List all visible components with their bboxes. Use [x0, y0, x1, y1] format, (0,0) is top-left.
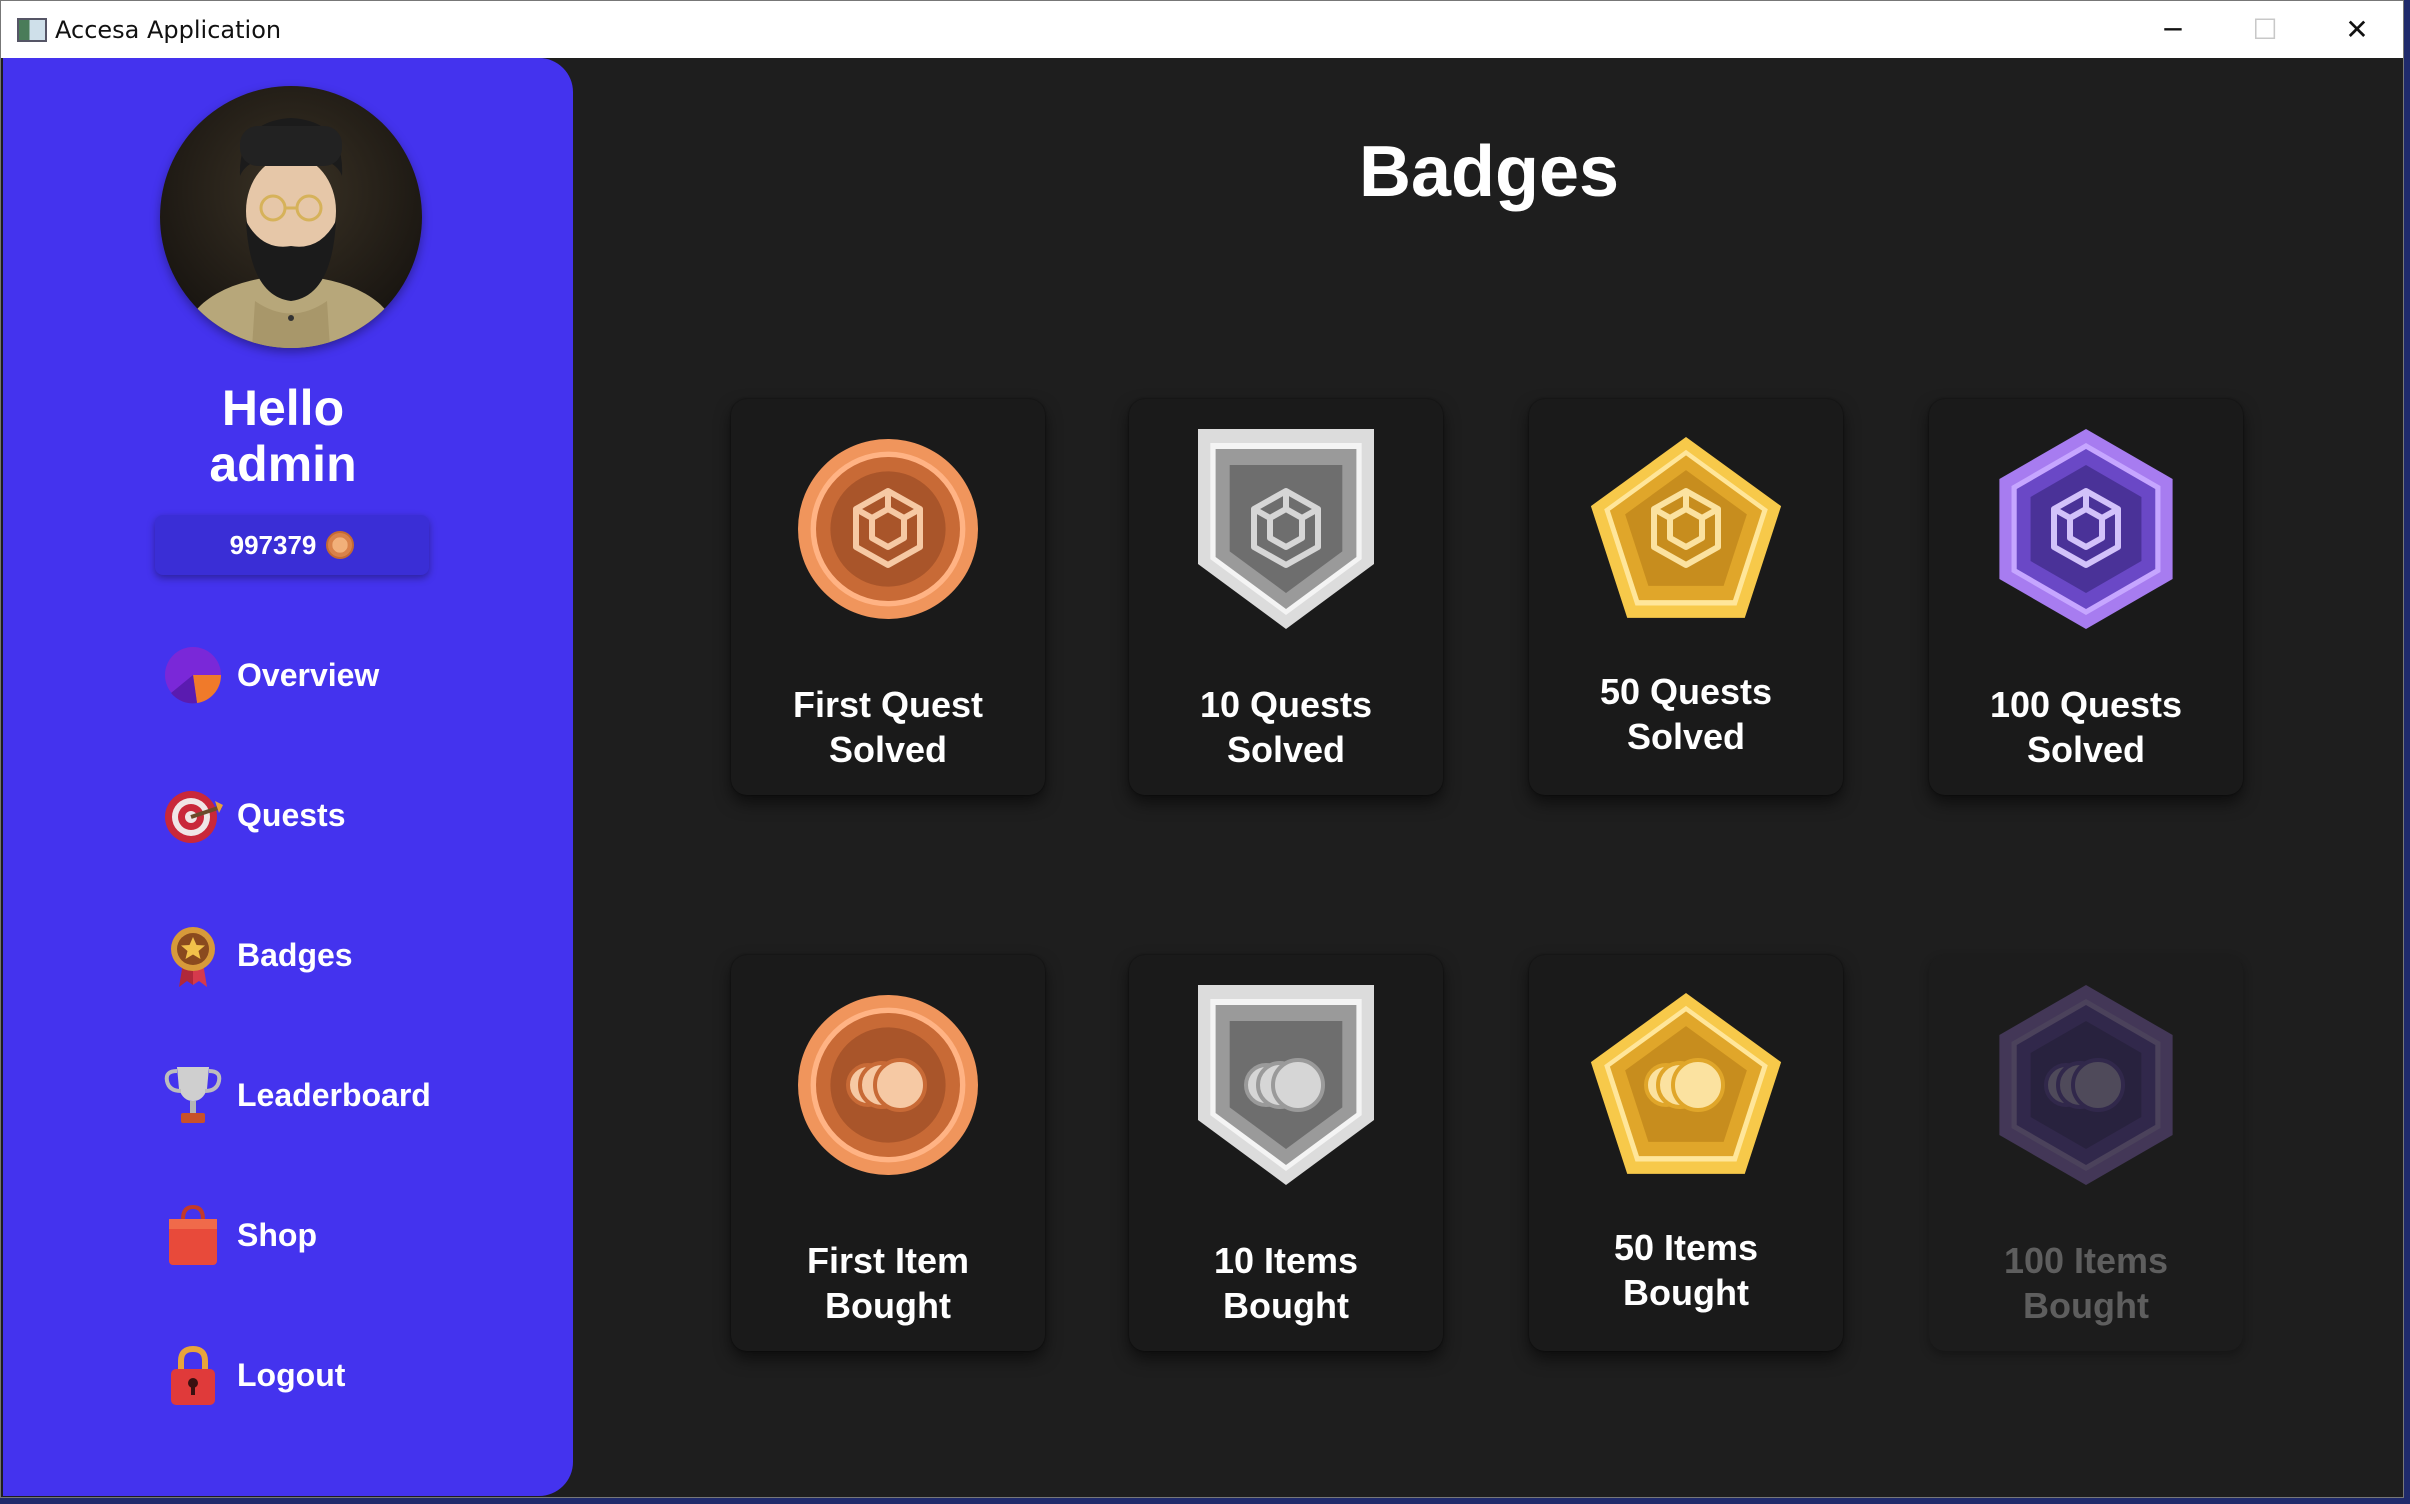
coin-icon: [326, 531, 355, 559]
badge-card[interactable]: 10 Items Bought: [1129, 955, 1443, 1351]
nav-item-badges[interactable]: Badges: [163, 915, 353, 995]
badge-title: First Item Bought: [806, 1240, 970, 1326]
avatar: [160, 86, 422, 348]
nav-label-badges: Badges: [237, 936, 353, 973]
username: admin: [209, 436, 357, 492]
badge-card[interactable]: 100 Quests Solved: [1929, 399, 2243, 795]
badge-card[interactable]: First Quest Solved: [731, 399, 1045, 795]
title-bar[interactable]: Accesa Application ─ ☐ ✕: [1, 1, 2403, 58]
badge-title: 100 Quests Solved: [1989, 684, 2183, 770]
nav-item-quests[interactable]: Quests: [163, 775, 345, 855]
app-window: Accesa Application ─ ☐ ✕ Hello admin 997…: [0, 0, 2404, 1498]
silver-badge-icon: [1196, 985, 1376, 1185]
badge-card[interactable]: First Item Bought: [731, 955, 1045, 1351]
shopping-bag-icon: [163, 1203, 223, 1267]
silver-badge-icon: [1196, 429, 1376, 629]
badge-title: 100 Items Bought: [2003, 1240, 2169, 1326]
window-controls: ─ ☐ ✕: [2127, 1, 2403, 58]
padlock-icon: [163, 1343, 223, 1407]
nav-label-overview: Overview: [237, 656, 380, 693]
nav-item-leaderboard[interactable]: Leaderboard: [163, 1055, 431, 1135]
badge-card[interactable]: 10 Quests Solved: [1129, 399, 1443, 795]
coin-count: 997379: [229, 529, 317, 560]
pie-chart-icon: [163, 643, 223, 707]
minimize-button[interactable]: ─: [2127, 1, 2219, 58]
badge-title: 10 Items Bought: [1213, 1240, 1359, 1326]
badge-card-locked[interactable]: 100 Items Bought: [1929, 955, 2243, 1351]
badge-title: 50 Items Bought: [1613, 1227, 1759, 1313]
maximize-button[interactable]: ☐: [2219, 1, 2311, 58]
trophy-icon: [163, 1063, 223, 1127]
greeting: Hello: [221, 380, 345, 436]
target-icon: [163, 783, 223, 847]
badge-card[interactable]: 50 Items Bought: [1529, 955, 1843, 1351]
nav-item-shop[interactable]: Shop: [163, 1195, 317, 1275]
medal-icon: [163, 923, 223, 987]
badge-card[interactable]: 50 Quests Solved: [1529, 399, 1843, 795]
gold-badge-icon: [1590, 993, 1782, 1175]
close-button[interactable]: ✕: [2311, 1, 2403, 58]
coin-balance: 997379: [155, 515, 429, 575]
nav-label-quests: Quests: [237, 796, 346, 833]
gold-badge-icon: [1590, 437, 1782, 619]
bronze-badge-icon: [798, 439, 978, 619]
nav-item-overview[interactable]: Overview: [163, 635, 379, 715]
app-icon: [17, 17, 47, 42]
nav-item-logout[interactable]: Logout: [163, 1335, 345, 1415]
purple-badge-icon: [1996, 985, 2176, 1185]
sidebar: Hello admin 997379 Overview Quests Badge…: [3, 58, 573, 1496]
nav-label-logout: Logout: [237, 1356, 346, 1393]
badge-title: First Quest Solved: [792, 684, 984, 770]
nav-label-shop: Shop: [237, 1216, 317, 1253]
purple-badge-icon: [1996, 429, 2176, 629]
window-title: Accesa Application: [55, 15, 282, 44]
bronze-badge-icon: [798, 995, 978, 1175]
badge-title: 50 Quests Solved: [1599, 671, 1773, 757]
nav-label-leaderboard: Leaderboard: [237, 1076, 431, 1113]
badge-title: 10 Quests Solved: [1199, 684, 1373, 770]
page-title: Badges: [1358, 132, 1620, 212]
